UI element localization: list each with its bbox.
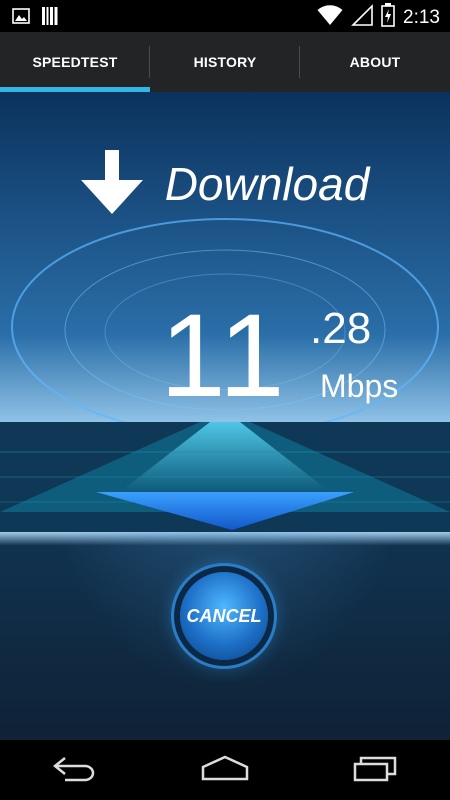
speed-unit: Mbps [320,368,399,404]
recent-apps-icon [353,754,397,787]
speed-scene: Download 11 .28 Mbps [0,92,450,532]
download-arrow-icon [80,149,143,219]
battery-charging-icon [381,3,395,32]
tab-about[interactable]: ABOUT [300,32,450,92]
tab-label: ABOUT [349,54,401,70]
wifi-icon [317,4,343,31]
recent-apps-button[interactable] [335,745,415,795]
signal-icon [351,4,373,31]
home-button[interactable] [185,745,265,795]
tab-label: HISTORY [193,54,257,70]
home-icon [201,755,249,786]
image-icon [12,8,30,29]
clock: 2:13 [403,6,440,28]
tab-history[interactable]: HISTORY [150,32,300,92]
tab-label: SPEEDTEST [32,54,118,70]
back-icon [52,754,97,787]
barcode-icon [42,7,58,30]
back-button[interactable] [35,745,115,795]
speedtest-panel: Download 11 .28 Mbps CANCEL [0,92,450,740]
cancel-button-wrapper: CANCEL [172,564,276,668]
test-title: Download [0,144,450,224]
speed-decimal: .28 [310,304,372,353]
speed-integer: 11 [160,290,287,422]
tab-speedtest[interactable]: SPEEDTEST [0,32,150,92]
status-bar: 2:13 [0,0,450,32]
cancel-button[interactable]: CANCEL [180,572,268,660]
test-mode-label: Download [164,158,370,210]
navigation-bar [0,740,450,800]
tab-bar: SPEEDTEST HISTORY ABOUT [0,32,450,92]
